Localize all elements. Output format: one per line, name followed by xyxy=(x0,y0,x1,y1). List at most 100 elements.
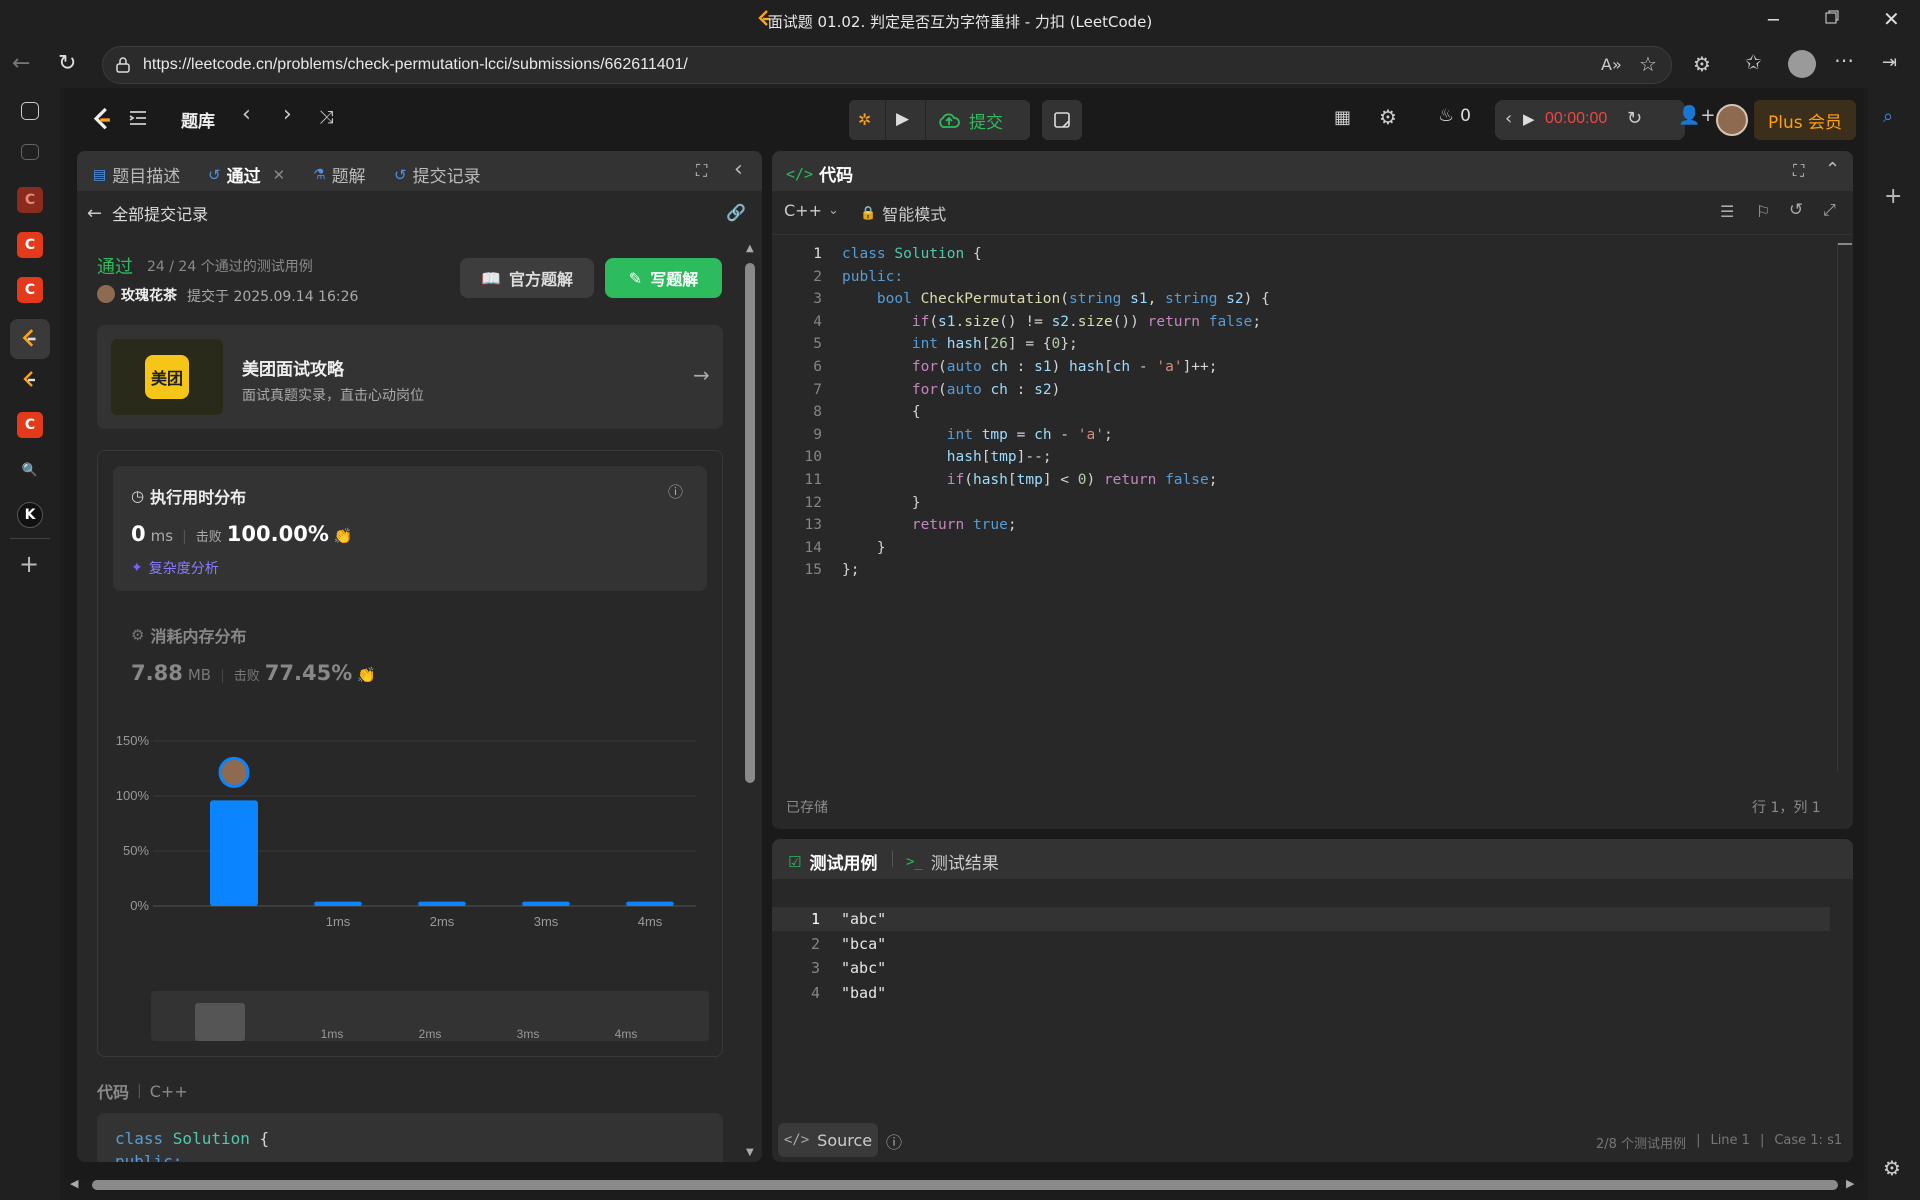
problem-list-icon[interactable] xyxy=(128,108,148,128)
tab-solutions[interactable]: ⚗ 题解 xyxy=(313,162,366,188)
address-bar[interactable]: https://leetcode.cn/problems/check-permu… xyxy=(102,46,1672,84)
smart-mode-toggle[interactable]: 🔒 智能模式 xyxy=(860,201,946,225)
chart-bar[interactable] xyxy=(522,901,570,906)
range-handle[interactable] xyxy=(195,1003,245,1041)
collapse-panel-icon[interactable]: ‹ xyxy=(734,157,743,182)
left-scrollbar[interactable]: ▲ ▼ xyxy=(744,237,755,1162)
submit-button[interactable]: 提交 xyxy=(937,108,1003,133)
more-options-icon[interactable]: ⋯ xyxy=(1834,48,1854,72)
scroll-thumb[interactable] xyxy=(745,263,755,783)
user-avatar[interactable] xyxy=(1716,104,1748,136)
testcase-input[interactable]: 1 "abc" 2 "bca" 3 "abc" 4 "bad" xyxy=(772,907,1832,1005)
close-window-icon[interactable]: ✕ xyxy=(1883,7,1900,31)
expand-icon[interactable]: ⤢ xyxy=(1823,200,1836,220)
scroll-thumb[interactable] xyxy=(92,1180,1838,1190)
code-line: }; xyxy=(842,562,860,579)
tab-actions-icon[interactable] xyxy=(21,102,39,120)
minimize-icon[interactable]: ─ xyxy=(1768,10,1779,31)
timer-play-icon[interactable]: ▶ xyxy=(1523,110,1535,128)
collapse-up-icon[interactable]: ⌃ xyxy=(1825,159,1840,180)
plus-membership-button[interactable]: Plus 会员 xyxy=(1754,100,1856,140)
runtime-section[interactable]: ◷ 执行用时分布 ⓘ 0 ms | 击败 100.00% 👏 ✦ 复杂度分析 xyxy=(113,466,707,591)
favorite-star-icon[interactable]: ☆ xyxy=(1639,52,1657,76)
tab-placeholder-icon[interactable] xyxy=(21,144,39,160)
official-solution-button[interactable]: 📖 官方题解 xyxy=(460,258,594,298)
beat-label: 击败 xyxy=(233,669,260,684)
layout-icon[interactable]: ▦ xyxy=(1334,107,1351,128)
editor-scrollbar[interactable] xyxy=(1837,243,1852,771)
timer-collapse-icon[interactable]: ‹ xyxy=(1505,108,1512,129)
tab-c-icon[interactable]: C xyxy=(17,187,43,213)
tab-k-icon[interactable]: K xyxy=(17,502,43,528)
tab-search-icon[interactable]: 🔍 xyxy=(17,457,43,483)
prev-problem-icon[interactable]: ‹ xyxy=(242,102,251,127)
profile-avatar[interactable] xyxy=(1788,50,1816,78)
back-to-submissions[interactable]: ← 全部提交记录 xyxy=(87,201,208,225)
tab-test-result[interactable]: >_ 测试结果 xyxy=(906,849,999,875)
language-select[interactable]: C++ ⌄ xyxy=(784,201,839,220)
next-problem-icon[interactable]: › xyxy=(283,102,292,127)
tab-description[interactable]: ▤ 题目描述 xyxy=(93,162,180,188)
your-submission-avatar xyxy=(218,756,250,788)
leetcode-logo-icon[interactable] xyxy=(92,106,114,134)
add-icon[interactable]: + xyxy=(1884,184,1902,209)
streak-counter[interactable]: ♨ 0 xyxy=(1438,105,1471,126)
new-tab-icon[interactable]: + xyxy=(19,550,39,578)
search-icon[interactable]: ⌕ xyxy=(1883,106,1893,127)
horizontal-scrollbar[interactable]: ◀ ▶ xyxy=(68,1176,1864,1194)
chart-bar[interactable] xyxy=(626,901,674,906)
code-editor[interactable]: class Solution {public: bool CheckPermut… xyxy=(842,243,1822,582)
chart-bar[interactable] xyxy=(210,800,258,906)
tab-c-icon[interactable]: C xyxy=(17,412,43,438)
add-friend-icon[interactable]: 👤+ xyxy=(1678,105,1716,126)
fullscreen-icon[interactable]: ⛶ xyxy=(696,161,707,181)
settings-icon[interactable]: ⚙ xyxy=(1379,105,1397,129)
reset-icon[interactable]: ↺ xyxy=(1789,200,1803,220)
info-icon[interactable]: ⓘ xyxy=(668,481,683,502)
tab-c-icon[interactable]: C xyxy=(17,277,43,303)
reload-icon[interactable]: ↻ xyxy=(58,51,76,76)
user-avatar-small xyxy=(97,285,115,303)
back-icon[interactable]: ← xyxy=(12,51,30,76)
settings-gear-icon[interactable]: ⚙ xyxy=(1883,1156,1901,1180)
meituan-ad-card[interactable]: 美团 美团面试攻略 面试真题实录，直击心动岗位 → xyxy=(97,325,723,429)
share-link-icon[interactable]: 🔗 xyxy=(726,203,746,222)
format-icon[interactable]: ☰ xyxy=(1720,202,1734,221)
restore-icon[interactable] xyxy=(1824,9,1840,25)
chart-range-slider[interactable]: 1ms 2ms 3ms 4ms xyxy=(151,991,709,1041)
help-icon[interactable]: ⓘ xyxy=(886,1129,902,1153)
tab-leetcode-active-icon[interactable] xyxy=(10,319,50,359)
editor-tabbar: </> 代码 ⛶ ⌃ xyxy=(772,151,1853,191)
username[interactable]: 玫瑰花茶 xyxy=(121,285,177,305)
tab-leetcode-icon[interactable] xyxy=(17,367,43,393)
sidebar-toggle-icon[interactable]: ⇥ xyxy=(1882,52,1897,73)
run-icon[interactable]: ▶ xyxy=(896,109,909,129)
tab-c-icon[interactable]: C xyxy=(17,232,43,258)
debug-icon[interactable]: ✲ xyxy=(858,110,871,129)
tab-submissions[interactable]: ↺ 提交记录 xyxy=(394,162,481,188)
favorites-icon[interactable]: ✩ xyxy=(1745,50,1762,74)
chart-bar[interactable] xyxy=(418,901,466,906)
source-button[interactable]: </> Source xyxy=(778,1123,878,1157)
write-solution-button[interactable]: ✎ 写题解 xyxy=(605,258,722,298)
history-icon: ↺ xyxy=(394,165,407,184)
tab-testcase[interactable]: ☑ 测试用例 xyxy=(788,849,877,875)
x-tick-label: 1ms xyxy=(326,914,351,929)
bookmark-icon[interactable]: ⚐ xyxy=(1756,202,1770,221)
close-tab-icon[interactable]: ✕ xyxy=(273,166,286,184)
tab-accepted[interactable]: ↺ 通过 ✕ xyxy=(208,162,286,188)
read-aloud-icon[interactable]: A» xyxy=(1601,55,1622,74)
timer-reset-icon[interactable]: ↻ xyxy=(1627,108,1642,129)
divider xyxy=(10,538,50,539)
notes-button[interactable] xyxy=(1042,100,1082,140)
extensions-icon[interactable]: ⚙ xyxy=(1693,52,1711,76)
random-problem-icon[interactable]: ⤨ xyxy=(319,107,333,128)
runtime-distribution-chart[interactable]: 0% 50% 100% 150% 1ms 2ms 3ms 4ms xyxy=(98,719,724,944)
problem-bank-link[interactable]: 题库 xyxy=(181,107,215,132)
chart-bar[interactable] xyxy=(314,901,362,906)
memory-section[interactable]: ⚙ 消耗内存分布 xyxy=(131,623,246,647)
complexity-analysis-link[interactable]: ✦ 复杂度分析 xyxy=(131,558,219,578)
line-number: 9 xyxy=(813,426,822,443)
window-title: 面试题 01.02. 判定是否互为字符重排 - 力扣 (LeetCode) xyxy=(767,13,1153,31)
fullscreen-icon[interactable]: ⛶ xyxy=(1793,161,1804,181)
